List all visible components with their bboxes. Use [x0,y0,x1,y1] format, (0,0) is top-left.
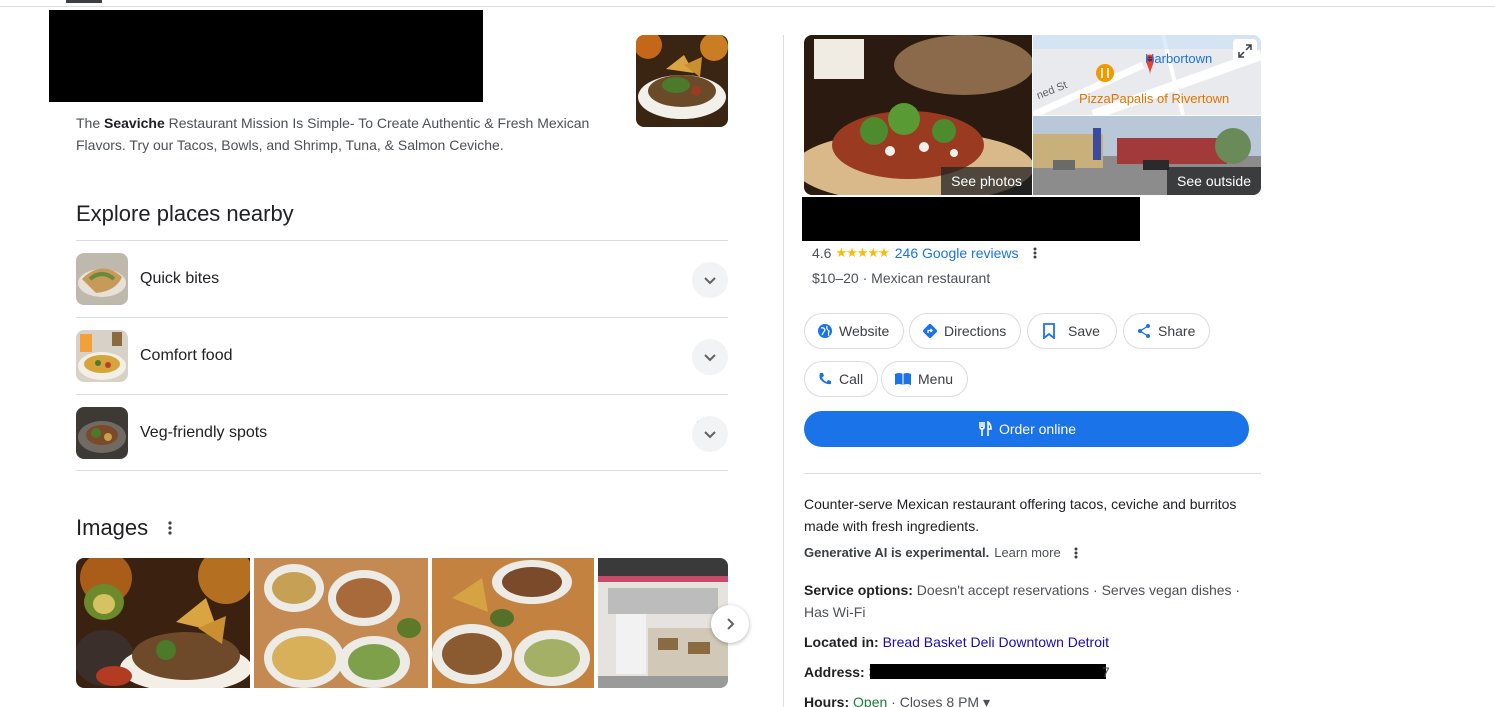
carousel-image[interactable] [76,558,250,688]
website-button[interactable]: Website [804,313,905,349]
expand-button[interactable] [692,339,728,375]
redacted-title [49,10,483,102]
directions-button[interactable]: Directions [909,313,1022,349]
redacted-business-name [802,197,1140,241]
call-label: Call [839,371,864,387]
service-options-label: Service options: [804,582,913,598]
rating-row: 4.6 ★★★★★ 246 Google reviews [812,245,1037,261]
call-button[interactable]: Call [804,361,879,397]
expand-icon [1238,44,1252,58]
address-label: Address: [804,664,865,680]
explore-item-label: Quick bites [140,270,220,287]
column-divider [783,35,784,707]
panel-divider [804,473,1261,474]
veg-friendly-thumbnail [76,406,128,459]
carousel-image[interactable] [598,558,728,688]
header-food-thumbnail[interactable] [636,35,728,127]
map-place-label: PizzaPapalis of Rivertown [1079,91,1230,106]
ai-notice-label: Generative AI is experimental. [804,545,990,560]
description-brand: Seaviche [104,115,165,131]
map-area-label: Harbortown [1145,51,1213,66]
map-thumbnail[interactable]: Harbortown e PizzaPapalis of Rivertown n… [1033,35,1261,115]
explore-item-veg-friendly-spots[interactable]: Veg-friendly spots [76,394,728,471]
hours-close[interactable]: · Closes 8 PM [887,694,979,707]
more-options-icon[interactable] [1074,547,1078,559]
quick-bites-thumbnail [76,253,128,305]
chevron-down-icon [704,277,716,285]
service-options: Service options: Doesn't accept reservat… [804,579,1264,623]
address-suffix: 7 [1102,664,1110,680]
expand-button[interactable] [692,416,728,452]
see-outside-label: See outside [1167,167,1261,195]
directions-label: Directions [944,323,1007,339]
restaurant-summary: Counter-serve Mexican restaurant offerin… [804,496,1237,534]
hours: Hours: Open · Closes 8 PM ▾ [804,691,1264,707]
description-prefix: The [76,115,105,131]
see-photos-label: See photos [941,167,1032,195]
explore-list: Quick bites Comfort food Veg-friendly sp… [76,240,728,471]
chevron-down-icon [704,354,716,362]
located-in-link[interactable]: Bread Basket Deli Downtown Detroit [883,634,1109,650]
explore-item-label: Comfort food [140,347,233,364]
menu-button[interactable]: Menu [881,361,969,397]
share-button[interactable]: Share [1123,313,1211,349]
order-online-button[interactable]: Order online [804,411,1249,447]
image-carousel [76,558,728,688]
bookmark-icon [1043,323,1055,339]
carousel-next-button[interactable] [711,605,749,643]
directions-icon [923,324,937,338]
top-divider [0,6,1495,7]
comfort-food-thumbnail [76,330,128,382]
utensils-icon [979,421,992,436]
save-label: Save [1068,323,1100,339]
chevron-right-icon [727,618,735,630]
website-label: Website [839,323,890,339]
see-photos-tile[interactable]: See photos [804,35,1032,195]
expand-map-button[interactable] [1233,39,1257,63]
redacted-address [870,664,1106,679]
ai-notice-row: Generative AI is experimental. Learn mor… [804,545,1078,560]
images-section-title: Images [76,515,149,540]
located-in: Located in: Bread Basket Deli Downtown D… [804,631,1264,653]
carousel-image[interactable] [254,558,428,688]
business-description: The Seaviche Restaurant Mission Is Simpl… [76,112,616,156]
more-options-icon[interactable] [160,518,180,538]
carousel-image[interactable] [432,558,594,688]
explore-section-title: Explore places nearby [76,201,294,226]
more-options-icon[interactable] [1033,247,1037,259]
order-online-label: Order online [998,421,1077,437]
menu-label: Menu [918,371,954,387]
star-rating-icon: ★★★★★ [835,245,889,260]
share-label: Share [1158,323,1196,339]
price-category: $10–20 · Mexican restaurant [812,270,991,286]
chevron-down-icon [704,431,716,439]
explore-item-quick-bites[interactable]: Quick bites [76,240,728,317]
reviews-link[interactable]: 246 Google reviews [895,245,1019,261]
hours-dropdown-icon[interactable]: ▾ [983,694,990,707]
save-button[interactable]: Save [1027,313,1117,349]
learn-more-link[interactable]: Learn more [994,545,1060,560]
located-in-label: Located in: [804,634,879,650]
globe-icon [818,324,832,338]
menu-book-icon [895,373,911,385]
hours-status: Open [853,694,888,707]
see-outside-tile[interactable]: See outside [1033,116,1261,195]
explore-item-comfort-food[interactable]: Comfort food [76,317,728,394]
rating-value: 4.6 [812,245,832,261]
expand-button[interactable] [692,262,728,298]
menu-icon[interactable] [66,0,102,3]
phone-icon [819,373,831,385]
share-icon [1138,324,1150,338]
hours-label: Hours: [804,694,850,707]
explore-item-label: Veg-friendly spots [140,423,268,441]
